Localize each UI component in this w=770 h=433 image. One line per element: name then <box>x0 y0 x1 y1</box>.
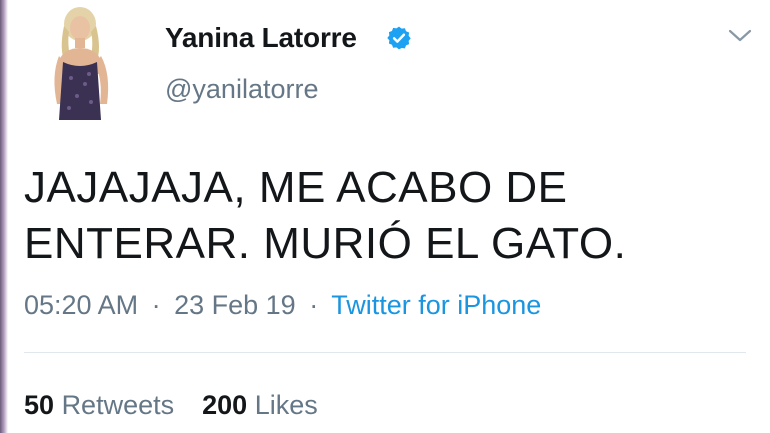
likes-count: 200 <box>202 390 248 420</box>
verified-badge-icon <box>387 26 411 50</box>
tweet-date[interactable]: 23 Feb 19 <box>174 290 296 320</box>
likes-stat[interactable]: 200 Likes <box>202 390 318 420</box>
tweet-stats: 50 Retweets 200 Likes <box>24 390 346 421</box>
left-edge-strip <box>0 0 8 433</box>
likes-label: Likes <box>254 390 318 420</box>
chevron-down-icon[interactable] <box>727 28 753 44</box>
display-name[interactable]: Yanina Latorre <box>165 22 357 54</box>
user-handle[interactable]: @yanilatorre <box>165 74 318 105</box>
retweets-label: Retweets <box>61 390 175 420</box>
tweet-time[interactable]: 05:20 AM <box>24 290 138 320</box>
meta-separator: · <box>151 290 161 320</box>
avatar-image <box>45 4 119 120</box>
tweet-text: JAJAJAJA, ME ACABO DE ENTERAR. MURIÓ EL … <box>24 163 627 268</box>
retweets-count: 50 <box>24 390 55 420</box>
tweet-source-link[interactable]: Twitter for iPhone <box>331 290 541 320</box>
divider <box>24 352 746 353</box>
tweet-card: Yanina Latorre @yanilatorre JAJAJAJA, ME… <box>0 0 770 433</box>
retweets-stat[interactable]: 50 Retweets <box>24 390 174 420</box>
meta-separator: · <box>309 290 319 320</box>
avatar[interactable] <box>45 4 119 120</box>
tweet-meta: 05:20 AM · 23 Feb 19 · Twitter for iPhon… <box>24 290 541 321</box>
